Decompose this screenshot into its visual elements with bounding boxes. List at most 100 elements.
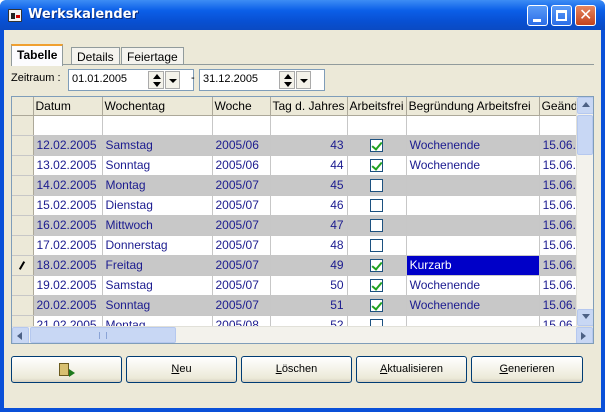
cell-arbeitsfrei[interactable] xyxy=(347,255,407,276)
scroll-right-button[interactable] xyxy=(576,327,593,343)
cell-begruendung[interactable] xyxy=(406,195,540,216)
column-header-woche[interactable]: Woche xyxy=(212,97,271,116)
column-header-tag-des-jahres[interactable]: Tag d. Jahres xyxy=(270,97,348,116)
cell-wochentag[interactable]: Mittwoch xyxy=(102,215,213,236)
date-to-spinner[interactable] xyxy=(279,71,295,89)
table-row[interactable]: 15.02.2005 Dienstag 2005/07 46 15.06. xyxy=(12,195,585,216)
cell-arbeitsfrei[interactable] xyxy=(347,275,407,296)
cell-wochentag[interactable]: Sonntag xyxy=(102,295,213,316)
table-row[interactable]: 16.02.2005 Mittwoch 2005/07 47 15.06. xyxy=(12,215,585,236)
cell-wochentag[interactable]: Samstag xyxy=(102,275,213,296)
row-selector[interactable] xyxy=(12,235,34,256)
row-selector[interactable] xyxy=(12,115,34,136)
cell-woche[interactable]: 2005/07 xyxy=(212,215,271,236)
cell-arbeitsfrei[interactable] xyxy=(347,135,407,156)
cell-datum[interactable]: 12.02.2005 xyxy=(33,135,103,156)
title-bar[interactable]: Werkskalender ✕ xyxy=(0,0,605,30)
arbeitsfrei-checkbox[interactable] xyxy=(370,179,384,193)
row-selector[interactable] xyxy=(12,215,34,236)
row-selector[interactable] xyxy=(12,195,34,216)
cell-begruendung[interactable]: Kurzarb xyxy=(406,255,540,276)
arbeitsfrei-checkbox[interactable] xyxy=(370,159,384,173)
minimize-button[interactable] xyxy=(527,5,548,26)
scroll-down-button[interactable] xyxy=(577,309,593,326)
cell-woche[interactable]: 2005/07 xyxy=(212,275,271,296)
date-to-value[interactable]: 31.12.2005 xyxy=(203,73,258,85)
tab-details[interactable]: Details xyxy=(71,47,120,65)
cell-woche[interactable]: 2005/06 xyxy=(212,135,271,156)
scroll-up-button[interactable] xyxy=(577,97,593,114)
spin-up-icon[interactable] xyxy=(153,74,161,79)
table-row[interactable]: 14.02.2005 Montag 2005/07 45 15.06. xyxy=(12,175,585,196)
row-selector[interactable] xyxy=(12,175,34,196)
cell-datum[interactable]: 16.02.2005 xyxy=(33,215,103,236)
cell-tag-des-jahres[interactable]: 43 xyxy=(270,135,348,156)
cell-tag-des-jahres[interactable]: 46 xyxy=(270,195,348,216)
arbeitsfrei-checkbox[interactable] xyxy=(370,259,384,273)
horizontal-scroll-thumb[interactable] xyxy=(30,327,176,343)
tab-tabelle[interactable]: Tabelle xyxy=(11,44,64,66)
vertical-scrollbar[interactable] xyxy=(576,97,593,326)
close-button[interactable]: ✕ xyxy=(575,5,596,26)
cell-datum[interactable]: 17.02.2005 xyxy=(33,235,103,256)
cell-datum[interactable]: 19.02.2005 xyxy=(33,275,103,296)
cell-begruendung[interactable] xyxy=(406,235,540,256)
cell-woche[interactable]: 2005/07 xyxy=(212,195,271,216)
calendar-grid[interactable]: Datum Wochentag Woche Tag d. Jahres Arbe… xyxy=(11,96,594,344)
column-header-datum[interactable]: Datum xyxy=(33,97,103,116)
cell-begruendung[interactable]: Wochenende xyxy=(406,135,540,156)
scroll-left-button[interactable] xyxy=(12,327,29,343)
arbeitsfrei-checkbox[interactable] xyxy=(370,219,384,233)
cell-woche[interactable]: 2005/07 xyxy=(212,255,271,276)
cell-arbeitsfrei[interactable] xyxy=(347,195,407,216)
cell-wochentag[interactable]: Sonntag xyxy=(102,155,213,176)
cell-woche[interactable]: 2005/07 xyxy=(212,175,271,196)
spin-down-icon[interactable] xyxy=(153,82,161,87)
arbeitsfrei-checkbox[interactable] xyxy=(370,299,384,313)
date-from-picker[interactable]: 01.01.2005 xyxy=(68,69,194,91)
cell-begruendung[interactable]: Wochenende xyxy=(406,275,540,296)
cell-tag-des-jahres[interactable]: 50 xyxy=(270,275,348,296)
neu-button[interactable]: Neu xyxy=(126,356,237,383)
vertical-scroll-thumb[interactable] xyxy=(577,115,593,155)
row-selector[interactable] xyxy=(12,155,34,176)
table-row[interactable]: 12.02.2005 Samstag 2005/06 43 Wochenende 15.0… xyxy=(12,135,585,156)
maximize-button[interactable] xyxy=(551,5,572,26)
arbeitsfrei-checkbox[interactable] xyxy=(370,139,384,153)
column-header-begruendung[interactable]: Begründung Arbeitsfrei xyxy=(406,97,540,116)
cell-datum[interactable]: 15.02.2005 xyxy=(33,195,103,216)
spin-up-icon[interactable] xyxy=(284,74,292,79)
cell-begruendung[interactable] xyxy=(406,215,540,236)
cell-wochentag[interactable]: Dienstag xyxy=(102,195,213,216)
column-header-wochentag[interactable]: Wochentag xyxy=(102,97,213,116)
date-from-dropdown-button[interactable] xyxy=(165,71,180,89)
table-row[interactable]: 20.02.2005 Sonntag 2005/07 51 Wochenende 15.0… xyxy=(12,295,585,316)
table-row[interactable]: 17.02.2005 Donnerstag 2005/07 48 15.06. xyxy=(12,235,585,256)
cell-tag-des-jahres[interactable]: 49 xyxy=(270,255,348,276)
cell-datum[interactable]: 13.02.2005 xyxy=(33,155,103,176)
cell-woche[interactable]: 2005/06 xyxy=(212,155,271,176)
spin-down-icon[interactable] xyxy=(284,82,292,87)
date-from-spinner[interactable] xyxy=(148,71,164,89)
row-selector[interactable] xyxy=(12,135,34,156)
cell-begruendung[interactable]: Wochenende xyxy=(406,155,540,176)
tab-feiertage[interactable]: Feiertage xyxy=(121,47,184,65)
cell-arbeitsfrei[interactable] xyxy=(347,235,407,256)
cell-wochentag[interactable]: Samstag xyxy=(102,135,213,156)
cell-begruendung[interactable] xyxy=(406,175,540,196)
cell-tag-des-jahres[interactable]: 51 xyxy=(270,295,348,316)
arbeitsfrei-checkbox[interactable] xyxy=(370,279,384,293)
aktualisieren-button[interactable]: Aktualisieren xyxy=(356,356,467,383)
cell-tag-des-jahres[interactable]: 48 xyxy=(270,235,348,256)
cell-datum[interactable]: 20.02.2005 xyxy=(33,295,103,316)
row-selector[interactable] xyxy=(12,295,34,316)
arbeitsfrei-checkbox[interactable] xyxy=(370,199,384,213)
cell-wochentag[interactable]: Freitag xyxy=(102,255,213,276)
cell-wochentag[interactable]: Donnerstag xyxy=(102,235,213,256)
date-from-value[interactable]: 01.01.2005 xyxy=(72,73,127,85)
cell-woche[interactable]: 2005/07 xyxy=(212,295,271,316)
cell-datum[interactable]: 14.02.2005 xyxy=(33,175,103,196)
column-header-arbeitsfrei[interactable]: Arbeitsfrei xyxy=(347,97,407,116)
cell-arbeitsfrei[interactable] xyxy=(347,155,407,176)
cell-woche[interactable]: 2005/07 xyxy=(212,235,271,256)
